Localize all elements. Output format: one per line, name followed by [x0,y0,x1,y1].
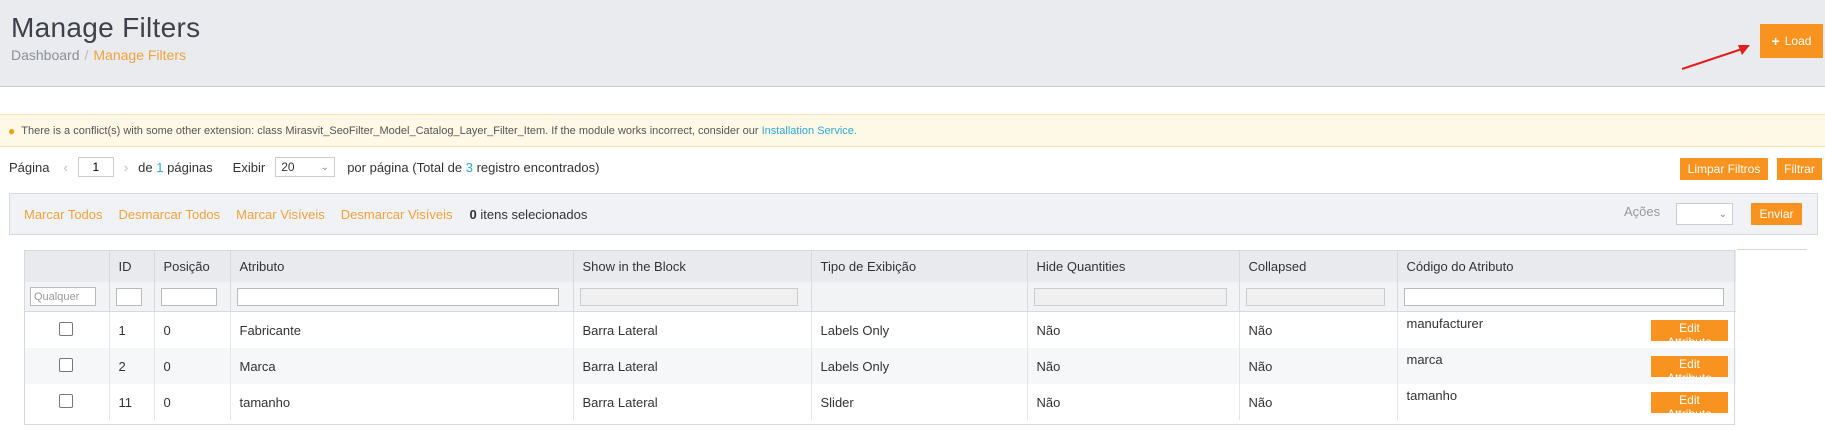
edit-attribute-button[interactable]: Edit Attribute [1651,391,1728,421]
cell-hide-quantities: Não [1027,348,1240,384]
cell-show-in-block: Barra Lateral [573,311,812,348]
row-checkbox[interactable] [59,393,73,408]
page-label: Página [9,159,50,175]
col-attribute-code[interactable]: Código do Atributo [1397,250,1736,282]
select-all-link[interactable]: Marcar Todos [24,207,103,222]
submit-button[interactable]: Enviar [1751,203,1802,225]
cell-show-in-block: Barra Lateral [573,348,812,384]
select-filter[interactable]: Qualquer [30,287,96,306]
load-button-label: Load [1784,34,1812,48]
table-row[interactable]: 1 0 Fabricante Barra Lateral Labels Only… [24,311,1736,349]
cell-display-type: Labels Only [811,348,1028,384]
page-header: Manage Filters Dashboard / Manage Filters … [0,0,1825,87]
col-select [24,250,110,282]
row-checkbox[interactable] [59,357,73,372]
row-checkbox[interactable] [59,321,73,336]
actions-select[interactable]: ⌄ [1676,203,1733,225]
actions-label: Ações [1624,204,1661,219]
cell-collapsed: Não [1239,384,1398,420]
cell-show-in-block: Barra Lateral [573,384,812,420]
position-filter-input[interactable] [160,287,217,306]
cell-display-type: Slider [811,384,1028,420]
prev-page-icon[interactable]: ‹ [63,160,67,175]
show-label: Exibir [232,159,266,175]
cell-attribute-code: tamanho [1406,387,1458,403]
breadcrumb-current: Manage Filters [93,47,186,63]
col-hide-quantities[interactable]: Hide Quantities [1027,250,1240,282]
annotation-arrow-icon [1681,45,1750,70]
attribute-code-filter-input[interactable] [1403,287,1724,306]
hide-quantities-filter [1033,287,1227,306]
table-row[interactable]: 2 0 Marca Barra Lateral Labels Only Não … [24,348,1736,385]
edit-attribute-button[interactable]: Edit Attribute [1651,355,1728,385]
filter-row: Qualquer [24,282,1736,312]
per-page-value: 20 [281,160,295,174]
page-number-input[interactable] [77,157,114,177]
breadcrumb: Dashboard / Manage Filters [11,47,186,63]
selected-count: 0 itens selecionados [470,207,588,222]
cell-position: 0 [154,384,231,420]
collapsed-filter [1245,287,1385,306]
col-display-type[interactable]: Tipo de Exibição [811,250,1028,282]
cell-attribute: tamanho [230,384,574,420]
load-button[interactable]: + Load [1760,24,1823,58]
of-prefix: de [138,159,153,175]
installation-service-link[interactable]: Installation Service. [762,125,857,137]
cell-id: 2 [109,348,155,384]
show-in-block-filter [579,287,798,306]
grid-header-row: ID Posição Atributo Show in the Block Ti… [24,250,1736,282]
cell-id: 11 [109,384,155,420]
per-page-select[interactable]: 20 ⌄ [275,157,336,177]
conflict-notice: ● There is a conflict(s) with some other… [0,114,1825,147]
cell-attribute: Fabricante [230,311,574,348]
unselect-visible-link[interactable]: Desmarcar Visíveis [341,207,453,222]
pages-suffix: páginas [167,159,213,175]
col-show-in-block[interactable]: Show in the Block [573,250,812,282]
id-filter-input[interactable] [115,287,142,306]
massaction-bar: Marcar Todos Desmarcar Todos Marcar Visí… [9,193,1818,235]
col-position[interactable]: Posição [154,250,231,282]
col-collapsed[interactable]: Collapsed [1239,250,1398,282]
cell-display-type: Labels Only [811,311,1028,348]
per-page-suffix: registro encontrados) [476,159,600,175]
cell-attribute-code: manufacturer [1406,315,1484,331]
selected-number: 0 [469,206,477,222]
attribute-filter-input[interactable] [236,287,559,306]
breadcrumb-dashboard[interactable]: Dashboard [11,47,80,63]
cell-attribute: Marca [230,348,574,384]
notice-text: There is a conflict(s) with some other e… [21,124,759,137]
cell-position: 0 [154,311,231,348]
cell-attribute-code: marca [1406,351,1443,367]
cell-id: 1 [109,311,155,348]
cell-collapsed: Não [1239,311,1398,348]
table-row[interactable]: 11 0 tamanho Barra Lateral Slider Não Nã… [24,384,1736,421]
breadcrumb-separator: / [84,47,89,63]
filter-button[interactable]: Filtrar [1777,158,1822,180]
total-records: 3 [465,159,473,175]
chevron-down-icon: ⌄ [320,161,330,173]
total-pages: 1 [156,159,164,175]
plus-icon: + [1771,33,1780,49]
lightbulb-icon: ● [8,123,16,138]
page-title: Manage Filters [11,12,201,43]
cell-hide-quantities: Não [1027,384,1240,420]
edit-attribute-button[interactable]: Edit Attribute [1651,319,1728,349]
unselect-all-link[interactable]: Desmarcar Todos [119,207,221,222]
next-page-icon[interactable]: › [124,160,128,175]
col-id[interactable]: ID [109,250,155,282]
cell-collapsed: Não [1239,348,1398,384]
per-page-prefix: por página (Total de [347,159,463,175]
clear-filters-button[interactable]: Limpar Filtros [1680,158,1768,180]
cell-position: 0 [154,348,231,384]
pager: Página ‹ › de 1 páginas Exibir 20 ⌄ por … [9,156,599,178]
chevron-down-icon: ⌄ [1718,208,1727,220]
col-attribute[interactable]: Atributo [230,250,574,282]
filters-grid: ID Posição Atributo Show in the Block Ti… [24,250,1736,421]
cell-hide-quantities: Não [1027,311,1240,348]
divider [1737,249,1807,250]
selected-label: itens selecionados [480,206,588,222]
select-visible-link[interactable]: Marcar Visíveis [236,207,325,222]
